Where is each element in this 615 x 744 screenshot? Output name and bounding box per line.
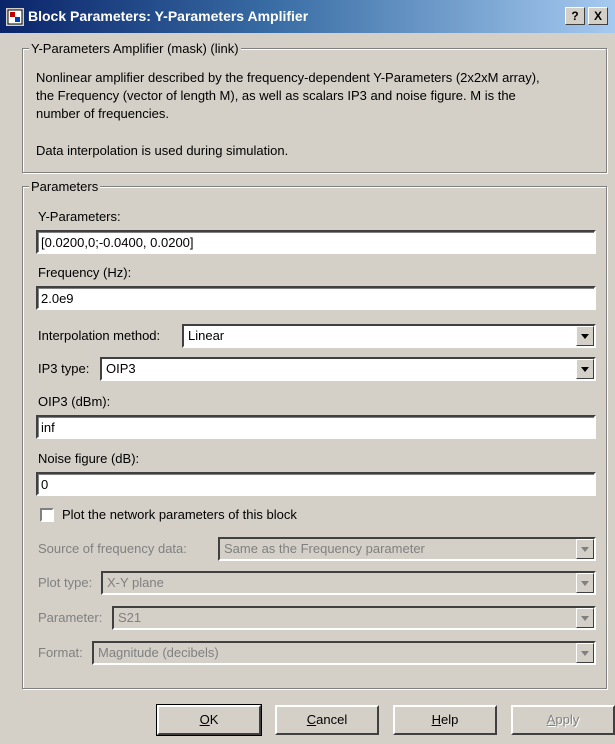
- mask-legend: Y-Parameters Amplifier (mask) (link): [29, 41, 241, 56]
- help-button[interactable]: Help: [393, 705, 497, 735]
- chevron-down-icon[interactable]: [576, 608, 594, 628]
- plot-type-value: X-Y plane: [107, 575, 164, 590]
- source-frequency-select[interactable]: Same as the Frequency parameter: [218, 537, 596, 561]
- ip3-type-value: OIP3: [106, 361, 136, 376]
- source-frequency-value: Same as the Frequency parameter: [224, 541, 425, 556]
- noise-figure-label: Noise figure (dB):: [38, 451, 140, 466]
- chevron-down-icon[interactable]: [576, 359, 594, 379]
- ip3-type-label: IP3 type:: [38, 361, 90, 376]
- plot-type-select[interactable]: X-Y plane: [101, 571, 596, 595]
- ok-label: K: [209, 712, 219, 727]
- mask-description: Nonlinear amplifier described by the fre…: [36, 69, 601, 123]
- ip3-type-select[interactable]: OIP3: [100, 357, 596, 381]
- interpolation-method-label: Interpolation method:: [38, 328, 161, 343]
- noise-figure-input[interactable]: 0: [36, 472, 596, 496]
- cancel-label: ancel: [316, 712, 348, 727]
- ok-mnemonic: O: [199, 712, 210, 727]
- frequency-label: Frequency (Hz):: [38, 265, 132, 280]
- source-frequency-label: Source of frequency data:: [38, 541, 187, 556]
- help-title-button[interactable]: ?: [565, 7, 585, 25]
- format-select[interactable]: Magnitude (decibels): [92, 641, 596, 665]
- y-parameters-input[interactable]: [0.0200,0;-0.0400, 0.0200]: [36, 230, 596, 254]
- oip3-input[interactable]: inf: [36, 415, 596, 439]
- interpolation-note: Data interpolation is used during simula…: [36, 143, 289, 158]
- cancel-button[interactable]: Cancel: [275, 705, 379, 735]
- description-line: the Frequency (vector of length M), as w…: [36, 88, 516, 103]
- plot-type-label: Plot type:: [38, 575, 93, 590]
- apply-button[interactable]: Apply: [511, 705, 615, 735]
- help-label: elp: [441, 712, 459, 727]
- title-bar[interactable]: Block Parameters: Y-Parameters Amplifier…: [0, 0, 615, 33]
- description-line: number of frequencies.: [36, 106, 169, 121]
- simulink-block-icon: [6, 8, 24, 26]
- oip3-label: OIP3 (dBm):: [38, 394, 111, 409]
- chevron-down-icon[interactable]: [576, 643, 594, 663]
- description-line: Nonlinear amplifier described by the fre…: [36, 70, 540, 85]
- chevron-down-icon[interactable]: [576, 539, 594, 559]
- plot-checkbox-label[interactable]: Plot the network parameters of this bloc…: [62, 507, 297, 523]
- cancel-mnemonic: C: [306, 712, 317, 727]
- apply-label: pply: [555, 712, 580, 727]
- format-label: Format:: [38, 645, 83, 660]
- y-parameters-label: Y-Parameters:: [38, 209, 121, 224]
- parameter-value: S21: [118, 610, 142, 625]
- plot-checkbox[interactable]: [40, 508, 54, 522]
- chevron-down-icon[interactable]: [576, 326, 594, 346]
- parameters-legend: Parameters: [29, 179, 101, 194]
- window-title: Block Parameters: Y-Parameters Amplifier: [28, 8, 309, 24]
- parameter-label: Parameter:: [38, 610, 103, 625]
- close-button[interactable]: X: [588, 7, 608, 25]
- parameter-select[interactable]: S21: [112, 606, 596, 630]
- interpolation-method-value: Linear: [188, 328, 225, 343]
- ok-button[interactable]: OK: [156, 704, 262, 736]
- format-value: Magnitude (decibels): [98, 645, 219, 660]
- chevron-down-icon[interactable]: [576, 573, 594, 593]
- interpolation-method-select[interactable]: Linear: [182, 324, 596, 348]
- help-mnemonic: H: [431, 712, 442, 727]
- frequency-input[interactable]: 2.0e9: [36, 286, 596, 310]
